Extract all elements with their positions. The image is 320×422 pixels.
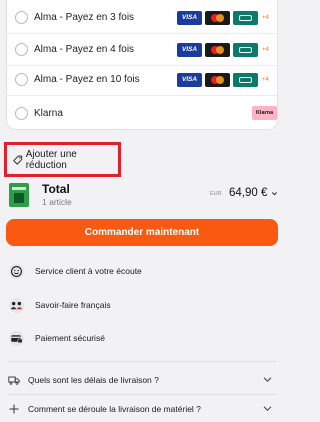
chevron-down-icon[interactable]	[263, 376, 272, 383]
card-logos: VISA +4	[177, 10, 269, 25]
mastercard-logo	[205, 10, 230, 25]
faq-question: Comment se déroule la livraison de matér…	[28, 404, 201, 414]
card-logos: VISA +4	[177, 72, 269, 87]
feature-label: Service client à votre écoute	[35, 266, 142, 276]
radio-button[interactable]	[15, 73, 28, 86]
more-cards-count: +4	[262, 76, 269, 83]
more-cards-count: +4	[262, 14, 269, 21]
radio-button[interactable]	[15, 43, 28, 56]
payment-option-label: Alma - Payez en 3 fois	[34, 12, 135, 23]
payment-option-label: Alma - Payez en 4 fois	[34, 44, 135, 55]
more-cards-count: +4	[262, 46, 269, 53]
smiley-icon	[8, 263, 25, 279]
faq-item-equipment-delivery[interactable]: Comment se déroule la livraison de matér…	[8, 398, 276, 420]
klarna-logo: Klarna	[252, 106, 277, 120]
secure-card-icon	[8, 330, 25, 346]
payment-option-alma-10x[interactable]: Alma - Payez en 10 fois VISA +4	[7, 64, 277, 96]
article-count: 1 article	[42, 197, 72, 207]
plus-icon	[9, 404, 19, 414]
total-label: Total	[42, 182, 70, 196]
radio-button[interactable]	[15, 11, 28, 24]
add-discount-link[interactable]: Ajouter une réduction	[4, 142, 121, 177]
feature-french-know-how: Savoir-faire français	[8, 294, 111, 316]
chevron-down-icon[interactable]	[271, 190, 278, 197]
carte-bancaire-logo	[233, 10, 258, 25]
total-price[interactable]: 64,90 €	[229, 187, 267, 199]
mastercard-logo	[205, 42, 230, 57]
payment-option-label: Klarna	[34, 107, 63, 119]
truck-icon	[8, 376, 20, 385]
order-now-button[interactable]: Commander maintenant	[6, 219, 278, 246]
divider	[8, 361, 276, 362]
payment-option-klarna[interactable]: Klarna Klarna	[7, 97, 277, 129]
feature-customer-service: Service client à votre écoute	[8, 260, 142, 282]
product-thumbnail	[9, 183, 29, 207]
visa-logo: VISA	[177, 72, 202, 87]
payment-option-alma-4x[interactable]: Alma - Payez en 4 fois VISA +4	[7, 34, 277, 66]
payment-options-card: Alma - Payez en 3 fois VISA +4 Alma - Pa…	[6, 0, 278, 130]
visa-logo: VISA	[177, 10, 202, 25]
currency-code: EUR	[210, 191, 222, 197]
faq-question: Quels sont les délais de livraison ?	[28, 375, 159, 385]
feature-label: Savoir-faire français	[35, 300, 111, 310]
card-logos: VISA +4	[177, 42, 269, 57]
payment-option-label: Alma - Payez en 10 fois	[34, 74, 140, 85]
mastercard-logo	[205, 72, 230, 87]
carte-bancaire-logo	[233, 42, 258, 57]
faq-item-delivery-times[interactable]: Quels sont les délais de livraison ?	[8, 369, 276, 391]
add-discount-label: Ajouter une réduction	[25, 148, 77, 171]
chevron-down-icon[interactable]	[263, 405, 272, 412]
divider	[8, 394, 276, 395]
feature-label: Paiement sécurisé	[35, 333, 105, 343]
team-icon	[8, 297, 25, 313]
visa-logo: VISA	[177, 42, 202, 57]
tag-icon	[13, 155, 23, 165]
carte-bancaire-logo	[233, 72, 258, 87]
feature-secure-payment: Paiement sécurisé	[8, 327, 105, 349]
radio-button[interactable]	[15, 106, 28, 120]
payment-option-alma-3x[interactable]: Alma - Payez en 3 fois VISA +4	[7, 2, 277, 34]
